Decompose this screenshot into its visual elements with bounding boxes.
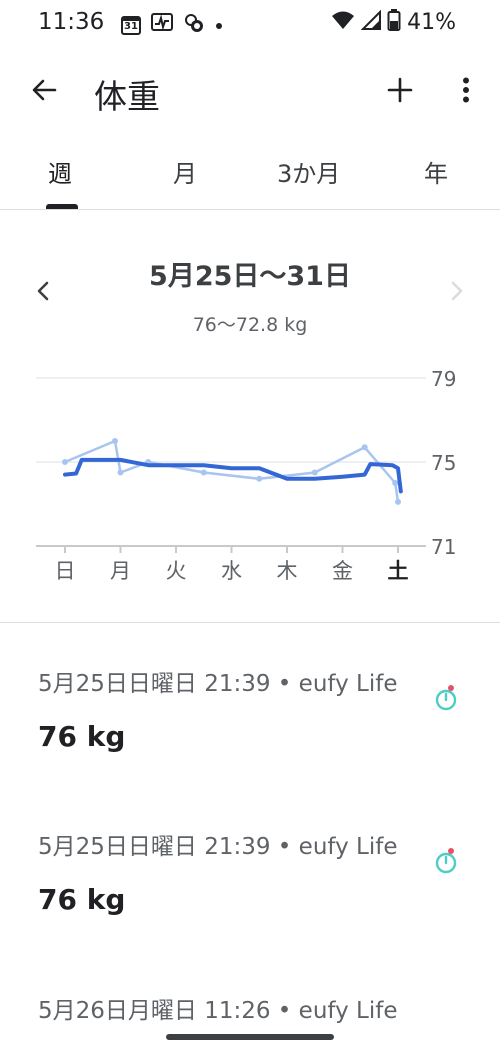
calendar-icon: 31: [120, 14, 142, 36]
reading-point: [392, 480, 399, 486]
reading-point: [117, 469, 124, 476]
eufy-life-source-icon: [435, 848, 457, 874]
reading-point: [256, 475, 263, 482]
notification-dot-icon: [214, 16, 224, 35]
reading-point: [361, 444, 368, 451]
entry-meta: 5月25日日曜日 21:39 • eufy Life: [38, 834, 398, 860]
signal-icon: [360, 9, 382, 34]
weight-chart[interactable]: 79 75 71 日 月 火 水 木 金 土: [0, 360, 500, 590]
battery-percent: 41%: [407, 9, 456, 35]
x-tick-label: 土: [388, 559, 409, 583]
weight-entry[interactable]: 5月26日月曜日 11:26 • eufy Life: [38, 991, 478, 1025]
x-tick-label: 水: [221, 559, 242, 583]
entry-meta: 5月26日月曜日 11:26 • eufy Life: [38, 998, 398, 1024]
home-indicator[interactable]: [166, 1034, 334, 1040]
date-range: 5月25日〜31日: [149, 261, 351, 292]
eufy-life-source-icon: [435, 685, 457, 711]
period-tabs: 週 月 3か月 年: [0, 140, 500, 210]
weather-icon: [182, 12, 206, 38]
x-tick-label: 日: [55, 559, 76, 583]
next-week-button[interactable]: [442, 276, 472, 306]
reading-point: [395, 498, 401, 505]
status-bar: 11:36 31 41%: [0, 0, 500, 48]
activity-monitor-icon: [150, 12, 174, 38]
reading-point: [111, 438, 118, 444]
wifi-icon: [331, 10, 355, 34]
x-tick-label: 木: [277, 559, 298, 583]
app-bar: 体重: [0, 56, 500, 128]
tab-indicator: [46, 204, 78, 209]
chevron-right-icon: [451, 281, 463, 301]
tab-3-months[interactable]: 3か月: [277, 154, 340, 189]
date-navigation: 5月25日〜31日 76〜72.8 kg: [0, 250, 500, 340]
battery-icon: [387, 9, 401, 35]
status-right: 41%: [331, 9, 456, 35]
x-tick-label: 火: [166, 559, 187, 583]
y-tick-label: 79: [431, 367, 456, 391]
entry-meta: 5月25日日曜日 21:39 • eufy Life: [38, 671, 398, 697]
y-tick-label: 75: [431, 451, 456, 475]
y-tick-label: 71: [431, 535, 456, 559]
tab-year[interactable]: 年: [424, 154, 448, 189]
entry-weight: 76 kg: [38, 883, 126, 916]
entry-weight: 76 kg: [38, 720, 126, 753]
reading-point: [200, 469, 207, 476]
plus-icon: [387, 77, 413, 103]
add-button[interactable]: [380, 70, 420, 110]
divider: [0, 622, 500, 623]
notification-icons: 31: [120, 12, 224, 38]
weight-entry[interactable]: 5月25日日曜日 21:39 • eufy Life 76 kg: [38, 664, 478, 753]
status-time: 11:36: [38, 9, 105, 35]
tab-month[interactable]: 月: [173, 154, 197, 189]
back-button[interactable]: [24, 70, 64, 110]
readings-line: [63, 439, 400, 504]
arrow-back-icon: [32, 79, 57, 101]
page-title: 体重: [94, 77, 160, 116]
x-tick-label: 月: [110, 559, 131, 583]
x-tick-label: 金: [332, 559, 353, 583]
reading-point: [62, 459, 68, 465]
tab-week[interactable]: 週: [48, 154, 72, 189]
weight-range: 76〜72.8 kg: [192, 314, 308, 336]
calendar-day: 31: [124, 21, 138, 32]
more-options-button[interactable]: [446, 70, 486, 110]
reading-point: [311, 469, 318, 476]
weight-entry[interactable]: 5月25日日曜日 21:39 • eufy Life 76 kg: [38, 827, 478, 916]
more-vert-icon: [463, 77, 469, 103]
